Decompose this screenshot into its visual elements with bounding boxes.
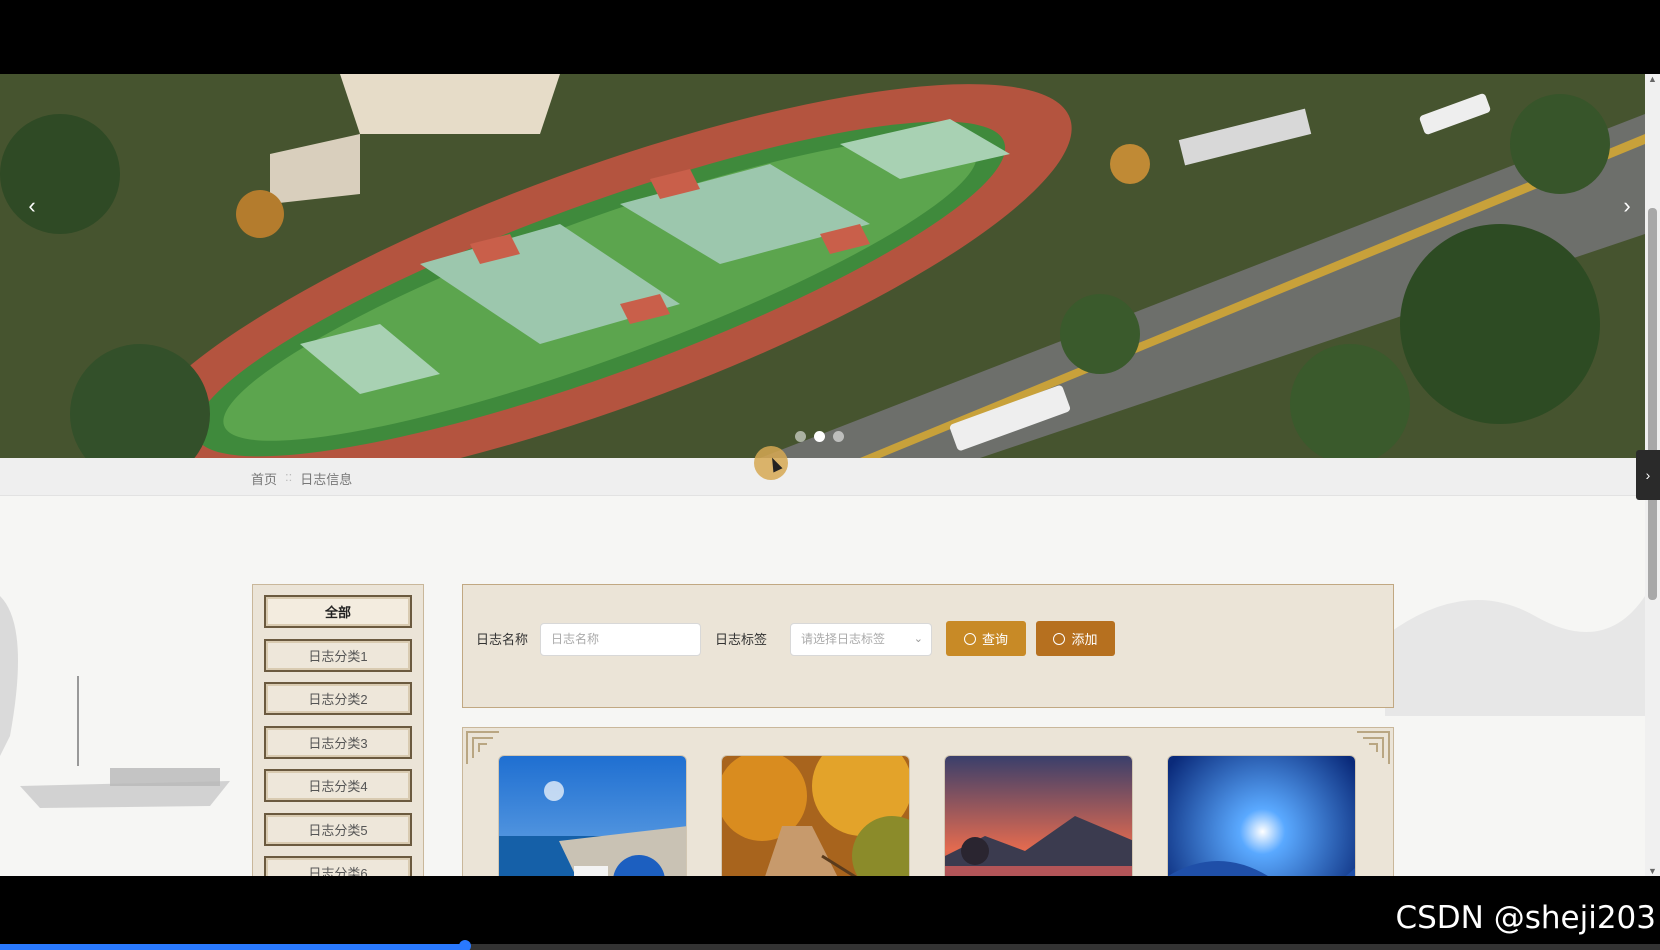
ink-mountain-decoration — [1385, 596, 1645, 716]
corner-ornament-icon — [1357, 731, 1390, 764]
chevron-right-icon: › — [1645, 467, 1651, 483]
corner-ornament-icon — [466, 731, 499, 764]
tag-label: 日志标签 — [715, 632, 768, 647]
banner-carousel[interactable]: ‹ › — [0, 74, 1645, 458]
search-icon — [963, 632, 976, 645]
chevron-right-icon[interactable]: › — [1615, 186, 1639, 226]
blue-sun-ice-photo — [1168, 756, 1355, 876]
watermark: CSDN @sheji203 — [1395, 900, 1656, 936]
breadcrumb-bar: 首页 :: 日志信息 — [0, 458, 1645, 496]
gallery-item-4[interactable] — [1167, 755, 1356, 876]
banner-image — [0, 74, 1645, 458]
sunset-lake-photo — [945, 756, 1132, 876]
name-input[interactable]: 日志名称 — [540, 623, 701, 656]
main-content: 全部日志分类1日志分类2日志分类3日志分类4日志分类5日志分类6日志分类7 日志… — [0, 496, 1645, 876]
coastal-village-photo — [499, 756, 686, 876]
browser-viewport: ‹ › 首页 :: 日志信息 全部日志分类1日志分类2日志分类3日志分类4日志分… — [0, 74, 1660, 876]
category-sidebar: 全部日志分类1日志分类2日志分类3日志分类4日志分类5日志分类6日志分类7 — [252, 584, 424, 876]
log-gallery — [462, 727, 1394, 876]
add-button-label: 添加 — [1071, 632, 1098, 647]
breadcrumb-home[interactable]: 首页 — [251, 469, 277, 488]
scroll-up-icon[interactable]: ▲ — [1648, 74, 1657, 84]
side-panel-toggle[interactable]: › — [1636, 450, 1660, 500]
category-button[interactable]: 日志分类6 — [264, 856, 412, 876]
category-button[interactable]: 日志分类1 — [264, 638, 412, 672]
ink-landscape-decoration — [0, 596, 230, 808]
category-button[interactable]: 日志分类4 — [264, 769, 412, 802]
category-button[interactable]: 日志分类3 — [264, 725, 412, 759]
carousel-indicators — [795, 431, 844, 442]
video-progress-fill — [0, 944, 465, 950]
breadcrumb: 首页 :: 日志信息 — [251, 469, 352, 488]
gallery-item-3[interactable] — [944, 755, 1133, 876]
chevron-left-icon[interactable]: ‹ — [20, 186, 44, 226]
chevron-down-icon: ⌄ — [913, 633, 923, 645]
video-progress-knob[interactable] — [458, 940, 471, 950]
gallery-item-2[interactable] — [721, 755, 910, 876]
breadcrumb-current: 日志信息 — [300, 472, 353, 487]
gallery-item-1[interactable] — [498, 755, 687, 876]
tag-select[interactable]: 请选择日志标签 ⌄ — [790, 623, 932, 656]
autumn-path-photo — [722, 756, 909, 876]
query-button[interactable]: 查询 — [946, 621, 1026, 656]
name-label: 日志名称 — [476, 632, 529, 647]
breadcrumb-separator: :: — [285, 469, 293, 484]
category-all-button[interactable]: 全部 — [264, 595, 412, 628]
scrollbar-thumb[interactable] — [1648, 208, 1657, 600]
video-progress-bar[interactable] — [0, 940, 1660, 950]
tag-select-placeholder: 请选择日志标签 — [801, 632, 886, 646]
name-input-placeholder: 日志名称 — [551, 632, 600, 646]
category-button[interactable]: 日志分类5 — [264, 812, 412, 846]
category-button[interactable]: 日志分类2 — [264, 682, 412, 715]
query-button-label: 查询 — [981, 632, 1008, 647]
carousel-dot[interactable] — [833, 431, 844, 442]
add-button[interactable]: 添加 — [1036, 621, 1115, 656]
scroll-down-icon[interactable]: ▼ — [1648, 866, 1657, 876]
search-panel: 日志名称 日志名称 日志标签 请选择日志标签 ⌄ 查询 添加 — [462, 584, 1394, 708]
carousel-dot-active[interactable] — [814, 431, 825, 442]
plus-circle-icon — [1053, 632, 1066, 645]
carousel-dot[interactable] — [795, 431, 806, 442]
